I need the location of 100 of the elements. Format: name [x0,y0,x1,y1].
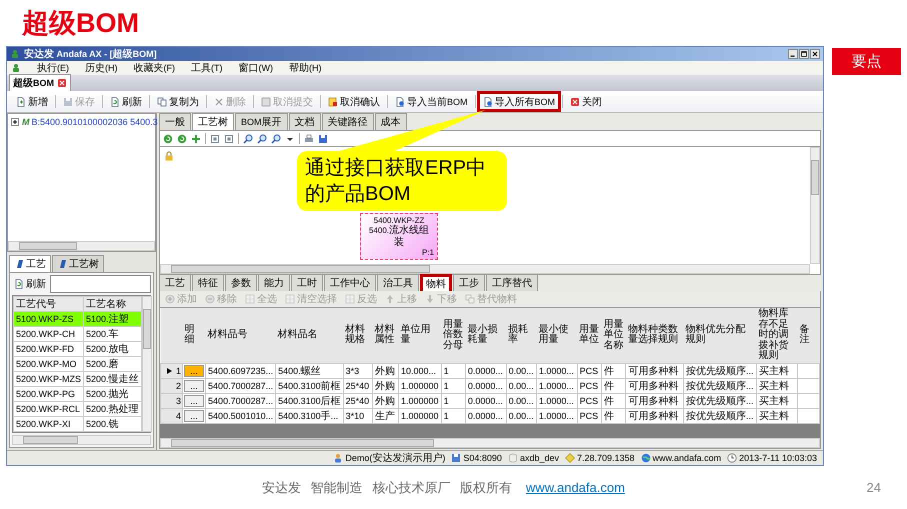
detail-button[interactable]: ... [184,364,204,376]
table-cell: 0.0000... [465,408,506,423]
toolbar-button[interactable]: 关闭 [564,91,608,112]
table-cell: 1.000000 [398,378,442,393]
row-header[interactable]: 3 [160,393,182,408]
row-header[interactable]: 2 [160,378,182,393]
column-header: 物料库存不足时的调拨补货规则 [756,308,798,363]
tab[interactable]: 工作中心 [324,274,376,291]
table-cell: 5200.放电 [84,342,142,356]
detail-button[interactable]: ... [184,394,204,406]
tab[interactable]: 关键路径 [322,113,374,130]
footer-link[interactable]: www.andafa.com [526,480,625,495]
toolbar-button[interactable]: 导入所有BOM [476,91,562,112]
horizontal-scrollbar[interactable] [160,264,810,274]
horizontal-scrollbar[interactable] [12,435,151,445]
table-cell: 外购 [372,378,398,393]
refresh-icon[interactable] [177,134,187,144]
table-cell: 0.00... [506,363,536,378]
horizontal-scrollbar[interactable] [160,438,820,448]
table-cell: 5400.螺丝 [276,363,344,378]
tab[interactable]: 文档 [288,113,321,130]
maximize-button[interactable] [799,49,809,59]
table-cell [797,363,820,378]
import-icon [482,96,493,106]
refresh-icon[interactable] [163,134,173,144]
table-cell: 1 [441,408,466,423]
vertical-scrollbar[interactable] [810,147,820,264]
table-cell: 可用多种料 [626,378,684,393]
menu-item[interactable]: 执行(E) [37,61,69,75]
toolbar-button[interactable]: 复制为 [151,91,205,112]
tree-item[interactable]: B:5400.9010100002036 5400.3 [32,117,158,127]
detail-button[interactable]: ... [184,380,204,392]
grid-icon [245,294,255,304]
table-cell: 外购 [372,363,398,378]
tab[interactable]: BOM展开 [235,113,288,130]
node-name: 5400.流水线组装 [368,225,430,248]
table-cell: 5200.热处理 [84,402,142,416]
magnifier-icon[interactable] [257,134,267,144]
table-cell: 5200.车 [84,326,142,342]
table-cell: 件 [602,378,626,393]
tab[interactable]: 物料 [420,274,452,291]
refresh-icon [14,279,24,289]
table-row[interactable]: 5200.WKP-XI 5200.铣 [14,416,142,432]
toolbar-button[interactable]: 取消确认 [322,91,386,112]
menu-item[interactable]: 窗口(W) [238,61,273,75]
toolbar-button[interactable]: 新增 [10,91,54,112]
row-header[interactable]: 1 [160,363,182,378]
toolbar-button[interactable]: 导入当前BOM [389,91,474,112]
table-row[interactable]: 5200.WKP-CH 5200.车 [14,326,142,342]
column-header: 材料品名 [276,308,344,363]
table-cell: 按优先级顺序... [683,363,757,378]
document-tab[interactable]: 超级BOM [9,74,71,91]
tab[interactable]: 工步 [453,274,485,291]
tab[interactable]: 工艺 [159,274,191,291]
table-row[interactable]: 5200.WKP-FD 5200.放电 [14,342,142,356]
add-icon [165,294,175,304]
plus-icon[interactable] [191,134,201,144]
table-cell: 5200.WKP-RCL [14,402,84,416]
column-header: 材料属性 [372,308,398,363]
tab[interactable]: 工艺树 [192,113,234,130]
tab[interactable]: 能力 [258,274,290,291]
horizontal-scrollbar[interactable] [8,241,155,251]
table-cell: 5200.WKP-CH [14,326,84,342]
detail-button[interactable]: ... [184,410,204,422]
table-row[interactable]: 5100.WKP-ZS 5100.注塑 [14,312,142,326]
table-cell: 1.0000... [536,363,578,378]
expand-icon[interactable] [10,117,20,127]
flag-icon [57,259,67,269]
close-button[interactable] [810,49,820,59]
table-row[interactable]: 5200.WKP-MZS 5200.慢走丝 [14,372,142,386]
diagram-node[interactable]: 5400.WKP-ZZ 5400.流水线组装 P:1 [360,213,438,260]
table-cell: 5200.抛光 [84,386,142,402]
magnifier-icon[interactable] [243,134,253,144]
tab[interactable]: 工艺 [9,255,51,272]
vertical-scrollbar[interactable] [142,296,152,432]
table-row[interactable]: 5200.WKP-PG 5200.抛光 [14,386,142,402]
column-header: 物料优先分配规则 [683,308,757,363]
tab[interactable]: 参数 [225,274,257,291]
tab[interactable]: 成本 [374,113,407,130]
menu-item[interactable]: 帮助(H) [289,61,322,75]
table-cell: 1 [441,378,466,393]
tab[interactable]: 工序替代 [486,274,538,291]
close-icon[interactable] [57,78,67,88]
menu-item[interactable]: 工具(T) [191,61,222,75]
tab[interactable]: 工艺树 [52,255,104,272]
tab[interactable]: 特征 [192,274,224,291]
tab[interactable]: 工时 [291,274,323,291]
menu-item[interactable]: 历史(H) [85,61,118,75]
printer-icon[interactable] [304,134,314,144]
toolbar-button[interactable]: 刷新 [104,91,148,112]
tab[interactable]: 一般 [159,113,191,130]
menu-item[interactable]: 收藏夹(F) [134,61,175,75]
magnifier-icon[interactable] [271,134,281,144]
filter-field[interactable] [50,275,151,293]
table-cell: 按优先级顺序... [683,378,757,393]
minimize-button[interactable] [788,49,798,59]
table-row[interactable]: 5200.WKP-MO 5200.磨 [14,356,142,372]
tab[interactable]: 治工具 [377,274,419,291]
table-row[interactable]: 5200.WKP-RCL 5200.热处理 [14,402,142,416]
row-header[interactable]: 4 [160,408,182,423]
